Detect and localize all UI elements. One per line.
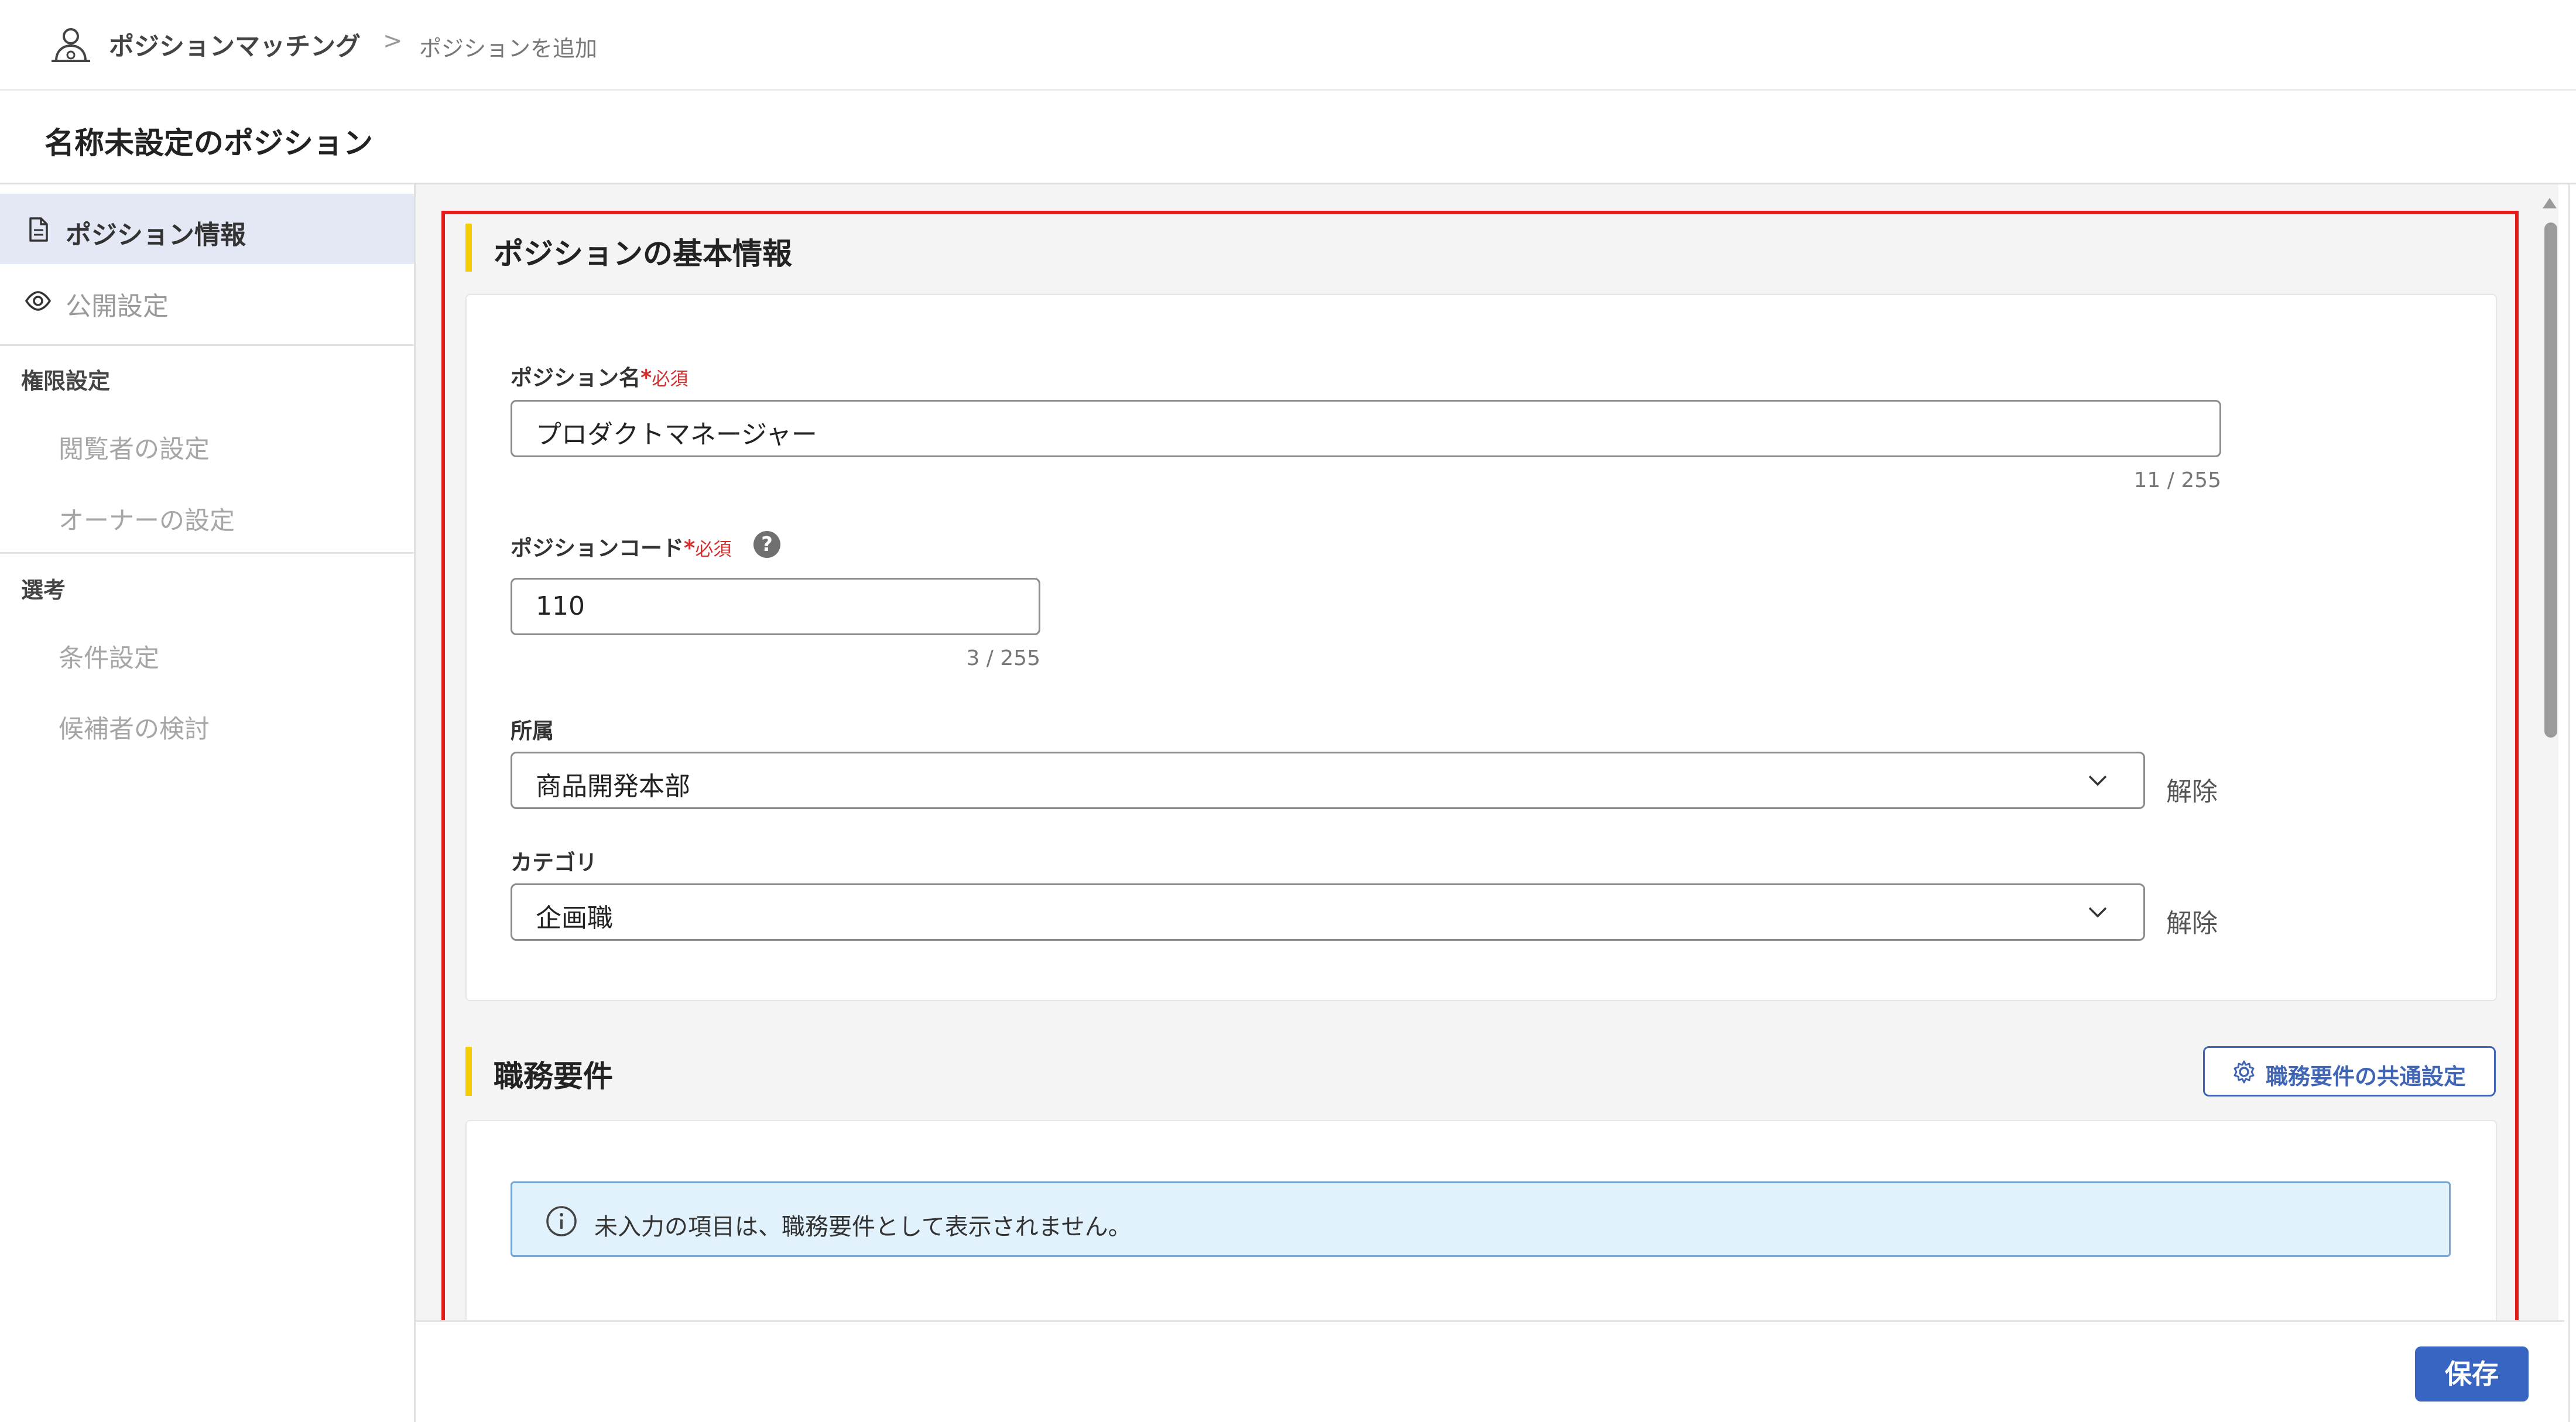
position-name-label: ポジション名*必須: [511, 365, 688, 390]
position-code-value: 110: [536, 591, 585, 621]
position-name-counter: 11 / 255: [2133, 468, 2221, 492]
category-label: カテゴリ: [511, 850, 597, 875]
chevron-down-icon: [2088, 907, 2107, 918]
department-value: 商品開発本部: [536, 772, 690, 801]
section-accent-bar: [465, 1047, 472, 1096]
sidebar-item-label: ポジション情報: [66, 220, 246, 250]
position-name-value: プロダクトマネージャー: [536, 420, 817, 450]
sidebar-divider: [0, 552, 414, 554]
title-bar: 名称未設定のポジション: [0, 91, 2576, 184]
position-code-counter: 3 / 255: [966, 646, 1040, 670]
sidebar-item-viewer-settings[interactable]: 閲覧者の設定: [59, 429, 210, 465]
breadcrumb-root[interactable]: ポジションマッチング: [109, 26, 361, 63]
common-requirements-settings-button[interactable]: 職務要件の共通設定: [2203, 1046, 2496, 1097]
breadcrumb-separator: >: [383, 28, 403, 54]
sidebar-item-label: 公開設定: [66, 292, 169, 321]
sidebar: ポジション情報 公開設定 権限設定 閲覧者の設定 オーナーの設定 選考 条件設定…: [0, 184, 416, 1422]
sidebar-section-permissions: 権限設定: [21, 368, 111, 394]
footer-bar: [416, 1320, 2564, 1422]
save-button[interactable]: 保存: [2415, 1346, 2529, 1402]
section-accent-bar: [465, 224, 472, 272]
sidebar-item-owner-settings[interactable]: オーナーの設定: [59, 501, 235, 537]
sidebar-item-position-info[interactable]: ポジション情報: [0, 194, 414, 264]
scroll-up-arrow-icon[interactable]: [2543, 198, 2557, 208]
eye-icon: [25, 291, 52, 311]
sidebar-divider: [0, 344, 414, 346]
department-clear-button[interactable]: 解除: [2166, 770, 2218, 808]
scrollbar-thumb[interactable]: [2544, 222, 2557, 738]
position-code-label: ポジションコード*必須: [511, 536, 732, 561]
position-name-input[interactable]: プロダクトマネージャー: [511, 400, 2221, 457]
info-message-text: 未入力の項目は、職務要件として表示されません。: [594, 1214, 1132, 1241]
info-message-box: 未入力の項目は、職務要件として表示されません。: [511, 1181, 2451, 1257]
top-bar: ポジションマッチング > ポジションを追加: [0, 0, 2576, 91]
section-title-job-requirements: 職務要件: [494, 1060, 614, 1094]
department-select[interactable]: 商品開発本部: [511, 752, 2145, 809]
help-icon[interactable]: ?: [753, 531, 780, 558]
info-icon: [546, 1206, 577, 1236]
sidebar-item-candidate-review[interactable]: 候補者の検討: [59, 709, 210, 745]
position-code-input[interactable]: 110: [511, 578, 1040, 635]
category-value: 企画職: [536, 903, 613, 933]
gear-icon: [2234, 1060, 2255, 1084]
sidebar-section-selection: 選考: [21, 577, 66, 603]
person-match-icon: [52, 28, 90, 62]
page-title: 名称未設定のポジション: [44, 126, 374, 161]
common-settings-label: 職務要件の共通設定: [2266, 1064, 2467, 1089]
sidebar-item-condition-settings[interactable]: 条件設定: [59, 638, 159, 674]
category-select[interactable]: 企画職: [511, 883, 2145, 941]
document-icon: [29, 217, 48, 242]
category-clear-button[interactable]: 解除: [2166, 902, 2218, 940]
section-title-basic-info: ポジションの基本情報: [494, 237, 793, 272]
sidebar-item-publish-settings[interactable]: 公開設定: [0, 265, 414, 335]
breadcrumb-current: ポジションを追加: [419, 36, 598, 61]
department-label: 所属: [511, 718, 554, 743]
chevron-down-icon: [2088, 775, 2107, 786]
